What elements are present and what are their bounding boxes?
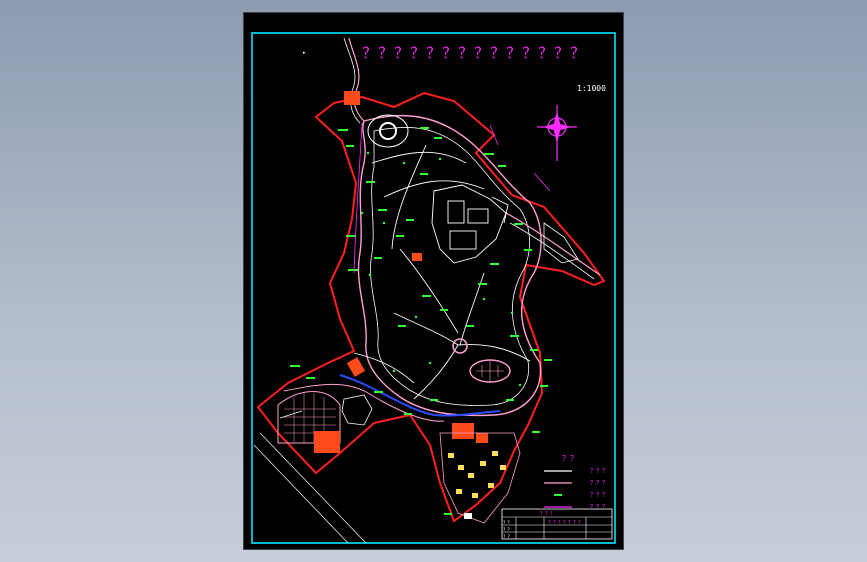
scale-label: 1:1000 <box>577 84 606 93</box>
title-block-row-1: ？？ <box>503 527 512 533</box>
irregular-building <box>341 394 373 426</box>
title-block: ？？？ ？？？？？？？ ？？ ？？ ？？ <box>501 508 613 540</box>
title-block-row-2: ？？ <box>503 534 512 540</box>
drawing-title: ？？？？？？？？？？？？？？ <box>362 44 586 62</box>
site-boundary <box>256 91 606 523</box>
legend-title: ？？ <box>562 454 578 463</box>
north-arrow-icon <box>537 105 577 161</box>
east-spur <box>505 212 601 276</box>
title-block-header: ？？？ <box>540 511 555 517</box>
blue-road-edge <box>283 384 445 422</box>
title-block-row-0: ？？ <box>503 520 512 526</box>
site-plan: ？？？？？？？？？？？？？？ ▸ 1:1000 ？？ ？？？ ？？？ ？？？ ？… <box>251 32 616 544</box>
plaza <box>452 338 468 354</box>
legend: ？？ ？？？ ？？？ ？？？ ？？？ <box>544 454 608 511</box>
legend-label-0: ？？？ <box>590 468 608 475</box>
rail-lines <box>253 410 367 544</box>
drawing-frame <box>251 32 616 544</box>
title-block-project: ？？？？？？？ <box>548 520 583 526</box>
ring-road <box>357 114 542 417</box>
drawing-sheet: ？？？？？？？？？？？？？？ ▸ 1:1000 ？？ ？？？ ？？？ ？？？ ？… <box>244 13 623 549</box>
residential-cluster <box>439 423 521 524</box>
legend-label-1: ？？？ <box>590 480 608 487</box>
legend-label-2: ？？？ <box>590 492 608 499</box>
legend-sample-2 <box>554 494 562 496</box>
north-marker-label: ▸ <box>303 50 306 56</box>
entry-road-edge <box>343 37 361 124</box>
internal-paths <box>353 144 531 400</box>
central-complex <box>431 184 509 264</box>
orange-block-west <box>346 357 366 377</box>
legend-label-3: ？？？ <box>590 504 608 511</box>
orange-block-mid <box>412 253 422 261</box>
gate-building <box>344 91 360 105</box>
grid-dome <box>469 359 511 383</box>
